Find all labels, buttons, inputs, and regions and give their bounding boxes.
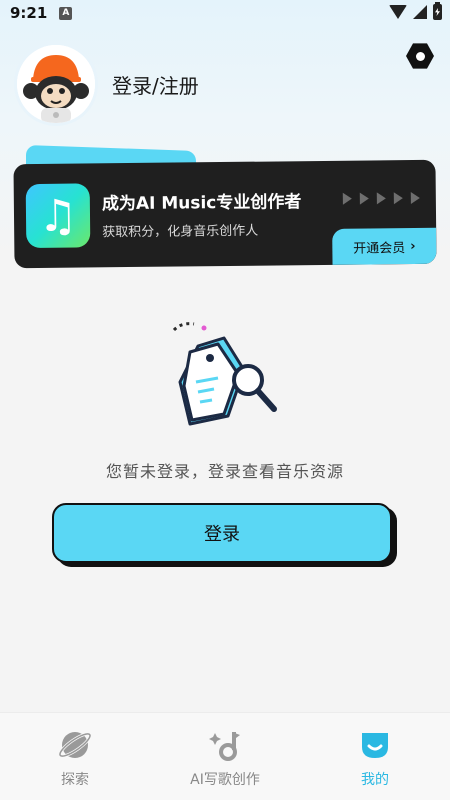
vip-banner[interactable]: ♫ 成为AI Music专业创作者 获取积分，化身音乐创作人 开通会员 › (13, 145, 437, 269)
wifi-icon (389, 5, 407, 19)
nav-item-mine[interactable]: 我的 (300, 713, 450, 800)
signal-icon (413, 5, 427, 19)
login-register-link[interactable]: 登录/注册 (112, 70, 199, 99)
gear-icon[interactable] (406, 43, 434, 69)
not-logged-in-message: 您暂未登录，登录查看音乐资源 (105, 462, 344, 481)
status-icons (389, 2, 442, 20)
chevron-right-icon: › (410, 238, 416, 254)
monkey-avatar-icon (17, 45, 95, 123)
planet-icon (59, 729, 91, 761)
nav-label-mine: 我的 (361, 772, 389, 788)
nav-item-ai-songwriting[interactable]: AI写歌创作 (150, 713, 300, 800)
nav-label-explore: 探索 (61, 772, 89, 788)
music-note-icon: ♫ (25, 183, 91, 249)
search-tag-icon (166, 316, 286, 436)
open-membership-button[interactable]: 开通会员 › (332, 227, 437, 265)
music-sparkle-icon (209, 729, 241, 761)
status-time: 9:21 (10, 4, 48, 22)
avatar[interactable] (14, 42, 98, 126)
profile-face-icon (359, 729, 391, 761)
vip-card[interactable]: ♫ 成为AI Music专业创作者 获取积分，化身音乐创作人 开通会员 › (13, 159, 437, 269)
nav-label-ai-songwriting: AI写歌创作 (190, 772, 260, 788)
vip-subtitle: 获取积分，化身音乐创作人 (102, 223, 259, 241)
play-arrows-icon (342, 191, 420, 205)
open-membership-label: 开通会员 (353, 240, 406, 257)
battery-icon (433, 2, 442, 20)
login-button[interactable]: 登录 (52, 503, 392, 563)
vip-title: 成为AI Music专业创作者 (101, 192, 302, 215)
bottom-nav: 探索 AI写歌创作 我的 (0, 712, 450, 800)
notification-a-icon: A (59, 6, 73, 20)
nav-item-explore[interactable]: 探索 (0, 713, 150, 800)
status-bar: 9:21 A (0, 0, 450, 26)
profile-header: 登录/注册 (14, 42, 199, 126)
